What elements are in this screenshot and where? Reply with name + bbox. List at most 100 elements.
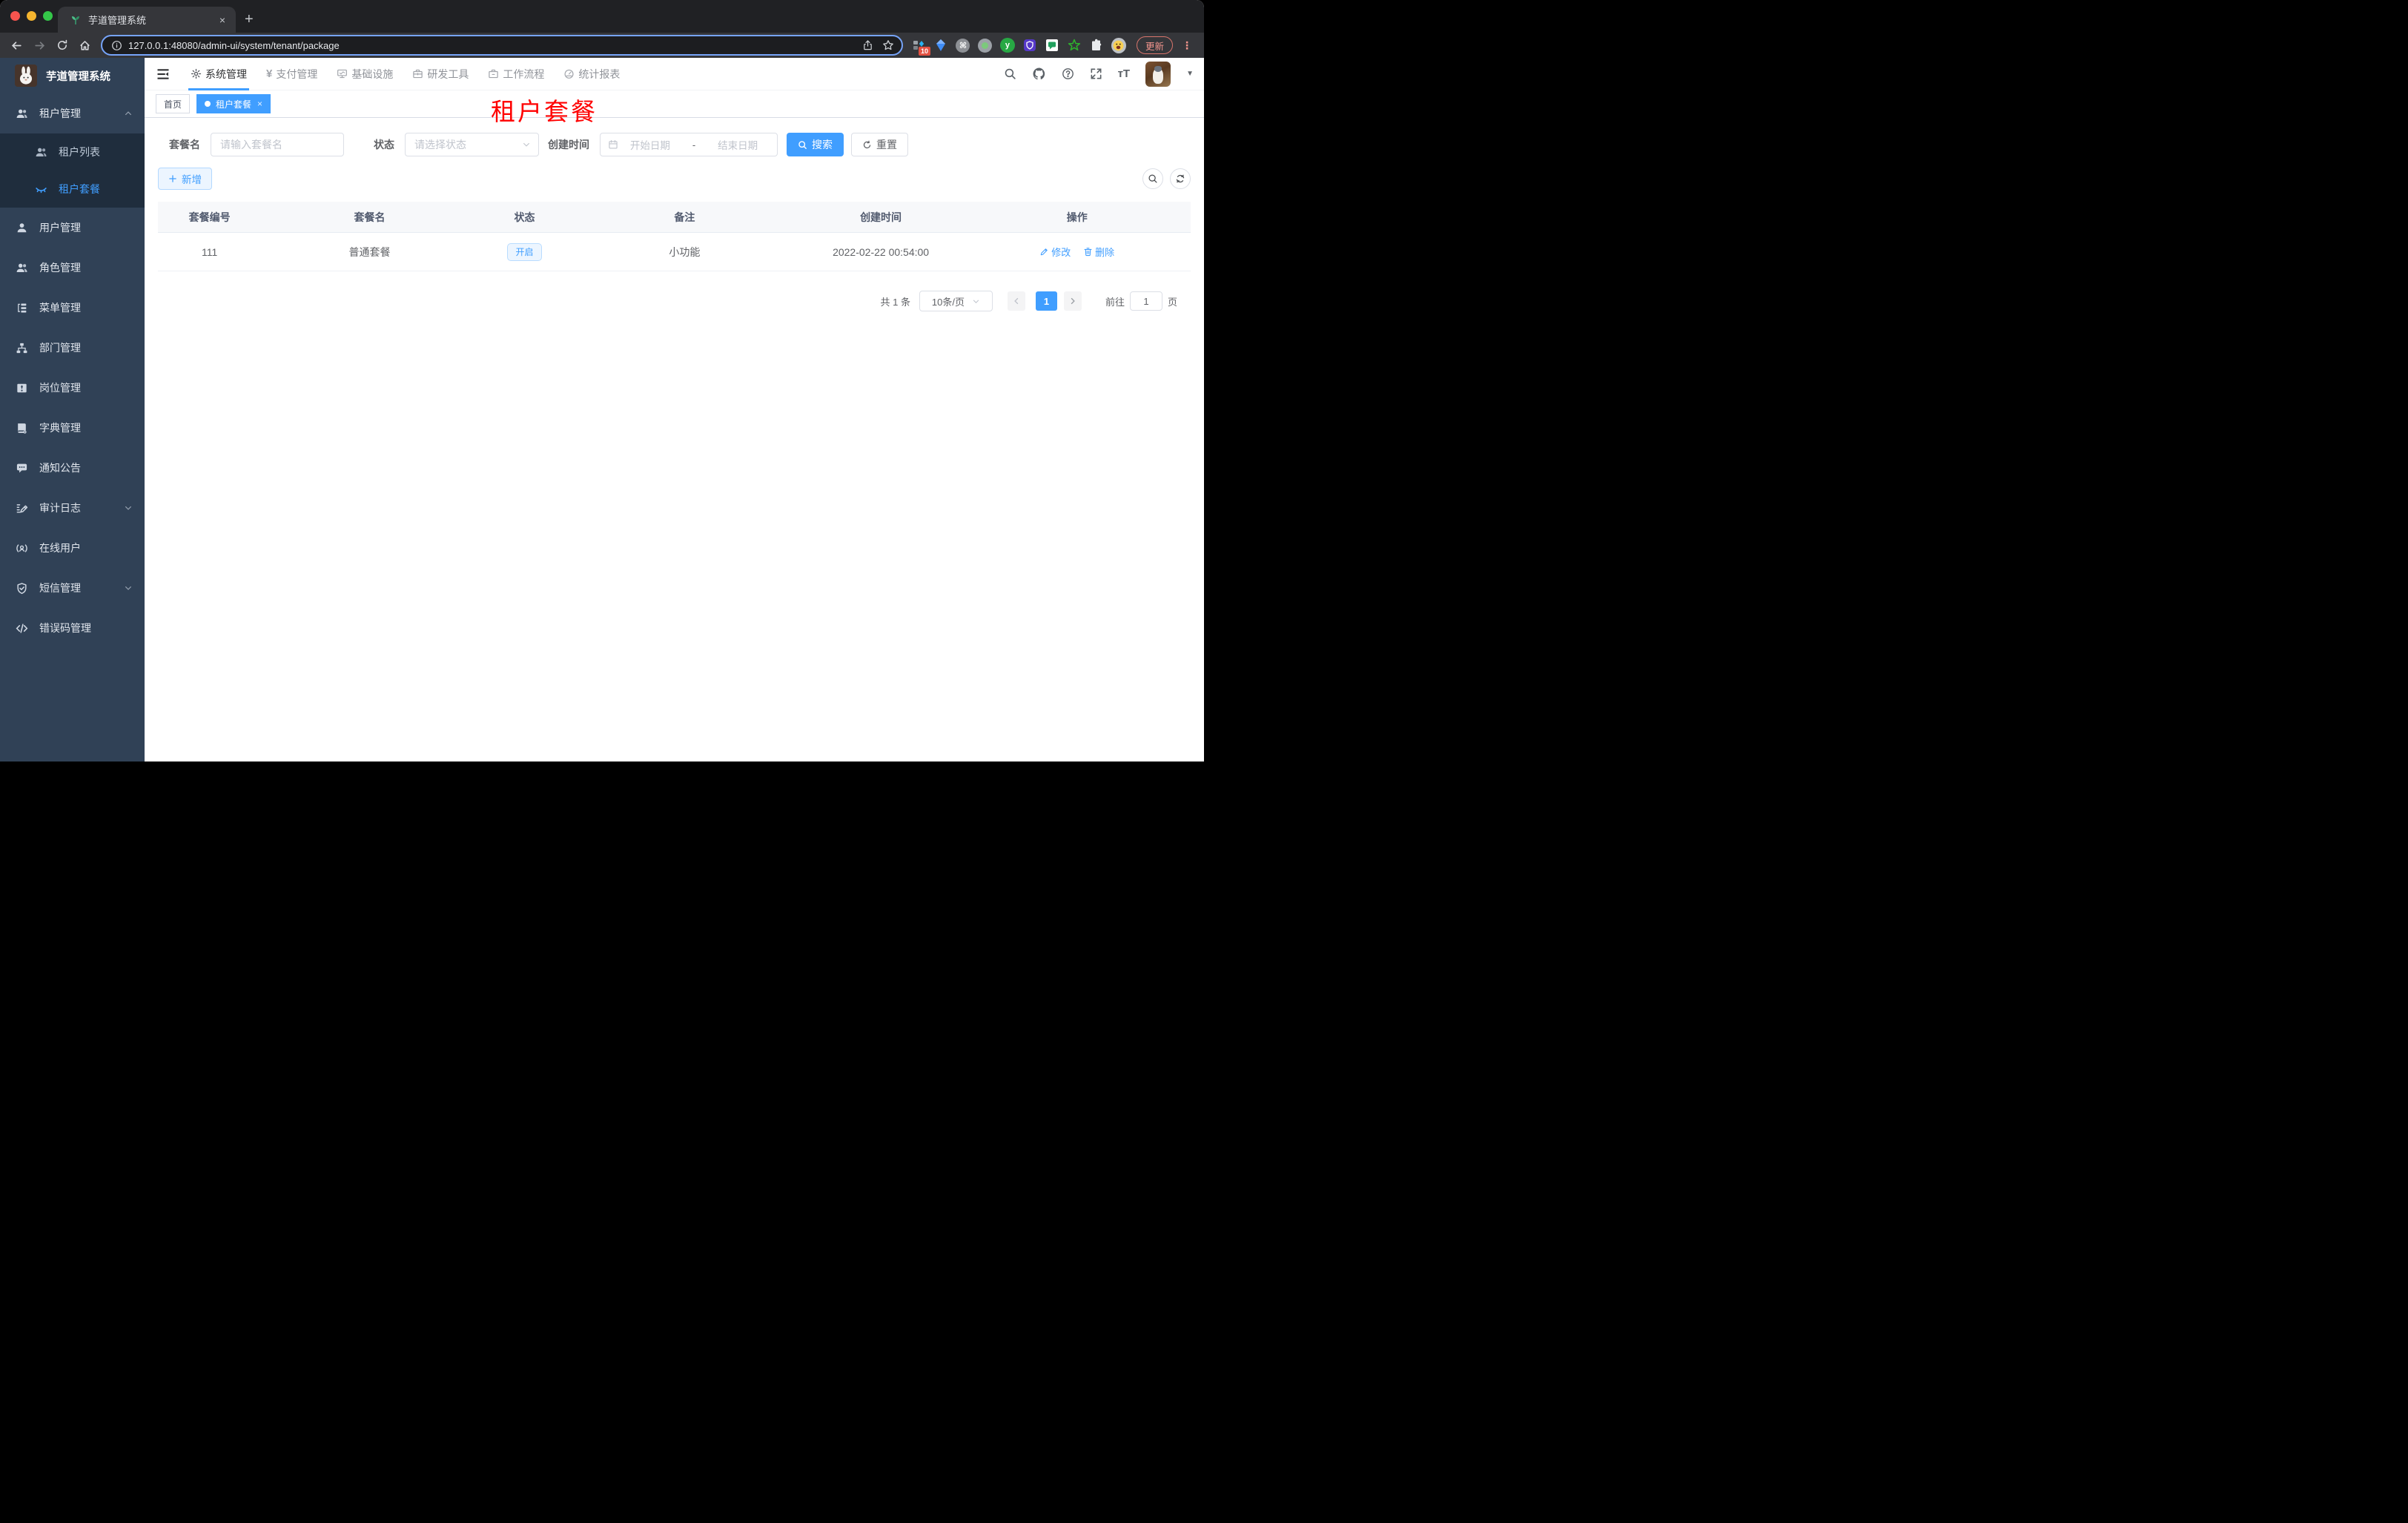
edit-link[interactable]: 修改 [1039,245,1071,259]
online-user-icon [16,544,27,552]
package-table: 套餐编号 套餐名 状态 备注 创建时间 操作 111 普通套餐 开启 小功能 2… [158,202,1191,271]
minimize-window-button[interactable] [27,11,36,21]
url-text[interactable]: 127.0.0.1:48080/admin-ui/system/tenant/p… [128,40,862,51]
message-icon [16,463,27,472]
status-select[interactable]: 请选择状态 [405,133,539,156]
top-menu-payment[interactable]: ¥ 支付管理 [257,58,327,90]
sidebar-item-audit-log[interactable]: 审计日志 [0,488,145,528]
close-window-button[interactable] [10,11,20,21]
sidebar-item-role-mgmt[interactable]: 角色管理 [0,248,145,288]
sidebar-submenu-tenant: 租户列表 租户套餐 [0,133,145,208]
col-header-create-time: 创建时间 [860,211,902,223]
sidebar-item-post-mgmt[interactable]: 岗位管理 [0,368,145,408]
zoom-window-button[interactable] [43,11,53,21]
chevron-down-icon [125,586,131,590]
sidebar-item-menu-mgmt[interactable]: 菜单管理 [0,288,145,328]
user-avatar[interactable] [1145,61,1171,87]
sidebar-item-online-user[interactable]: 在线用户 [0,528,145,568]
home-icon[interactable] [79,39,91,52]
fullscreen-icon[interactable] [1090,67,1102,80]
help-icon[interactable] [1062,67,1074,80]
start-date-placeholder[interactable]: 开始日期 [618,137,682,152]
package-name-input[interactable] [211,133,344,156]
sidebar-toggle-icon[interactable] [145,67,181,82]
new-tab-button[interactable]: + [245,9,254,30]
col-header-remark: 备注 [674,211,695,223]
reload-icon[interactable] [56,39,68,51]
sidebar-item-dept-mgmt[interactable]: 部门管理 [0,328,145,368]
sidebar-item-dict-mgmt[interactable]: 字典管理 [0,408,145,448]
extension-y-icon[interactable]: y [999,38,1015,53]
top-menu-system[interactable]: 系统管理 [181,58,257,90]
col-header-status: 状态 [514,211,535,223]
top-menu-infrastructure[interactable]: 基础设施 [327,58,403,90]
browser-tab[interactable]: 芋道管理系统 × [58,7,236,33]
font-size-icon[interactable]: тT [1118,67,1131,80]
sidebar-item-tenant-package[interactable]: 租户套餐 [0,171,145,208]
site-info-icon[interactable] [111,40,122,51]
annotation-page-title: 租户套餐 [491,98,598,125]
browser-menu-kebab-icon[interactable]: ⋮ [1182,39,1192,52]
date-range-picker[interactable]: 开始日期 - 结束日期 [600,133,778,156]
sidebar-item-tenant-list[interactable]: 租户列表 [0,133,145,171]
workflow-icon [488,68,499,79]
page-number-1[interactable]: 1 [1035,291,1057,311]
extension-grid-icon[interactable]: 10 [911,38,930,56]
eye-closed-icon [36,187,47,193]
cell-create-time: 2022-02-22 00:54:00 [833,245,930,258]
refresh-table-button[interactable] [1170,168,1191,189]
sidebar-item-sms-mgmt[interactable]: 短信管理 [0,568,145,608]
extensions-puzzle-icon[interactable] [1089,38,1104,53]
top-menu-reports[interactable]: 统计报表 [554,58,629,90]
filter-form: 套餐名 状态 请选择状态 创建时间 开始日期 - 结束日期 [158,133,1191,156]
toolbox-icon [412,68,423,79]
search-button[interactable]: 搜索 [787,133,844,156]
users-icon [16,109,27,118]
chevron-up-icon [125,111,131,116]
tab-favicon-seedling-icon [72,16,79,24]
sidebar-logo-row[interactable]: 芋道管理系统 [0,58,145,93]
table-toolbar: 新增 [158,168,1191,190]
tab-close-icon[interactable]: × [216,14,228,26]
trash-icon [1084,248,1092,257]
goto-page-input[interactable] [1129,291,1162,311]
gear-icon [191,68,202,79]
extension-shield-icon[interactable] [1022,38,1037,53]
url-bar[interactable]: 127.0.0.1:48080/admin-ui/system/tenant/p… [101,35,903,56]
chevron-down-icon [125,506,131,510]
dashboard-icon [563,68,575,79]
show-search-toggle-button[interactable] [1142,168,1163,189]
extension-record-icon[interactable] [978,38,993,53]
extension-command-icon[interactable]: ⌘ [956,38,970,53]
sidebar-item-notice[interactable]: 通知公告 [0,448,145,488]
extension-chat-icon[interactable] [1045,38,1059,53]
chevron-left-icon [1014,297,1019,305]
search-icon[interactable] [1004,67,1016,80]
profile-avatar-icon[interactable] [1111,37,1126,53]
next-page-button[interactable] [1063,291,1082,311]
top-menu-workflow[interactable]: 工作流程 [478,58,554,90]
end-date-placeholder[interactable]: 结束日期 [706,137,770,152]
sidebar-item-error-code-mgmt[interactable]: 错误码管理 [0,608,145,648]
extension-gem-icon[interactable] [933,38,948,53]
sidebar-item-tenant-mgmt[interactable]: 租户管理 [0,93,145,133]
reset-button[interactable]: 重置 [851,133,908,156]
add-button[interactable]: 新增 [158,168,212,190]
chevron-right-icon [1071,297,1075,305]
extension-star-icon[interactable] [1067,38,1082,53]
forward-icon[interactable] [33,39,46,52]
back-icon[interactable] [10,39,23,52]
chrome-update-button[interactable]: 更新 [1136,36,1173,54]
share-icon[interactable] [862,39,873,51]
tag-home[interactable]: 首页 [156,94,191,113]
avatar-caret-icon[interactable]: ▼ [1186,70,1194,78]
bookmark-star-icon[interactable] [882,39,894,51]
prev-page-button[interactable] [1007,291,1025,311]
tag-tenant-package[interactable]: 租户套餐 × [196,94,271,113]
sidebar-item-user-mgmt[interactable]: 用户管理 [0,208,145,248]
tag-close-icon[interactable]: × [257,99,262,109]
page-size-select[interactable]: 10条/页 [919,291,993,311]
top-menu-dev-tools[interactable]: 研发工具 [403,58,478,90]
github-icon[interactable] [1032,67,1046,81]
delete-link[interactable]: 删除 [1083,245,1114,259]
